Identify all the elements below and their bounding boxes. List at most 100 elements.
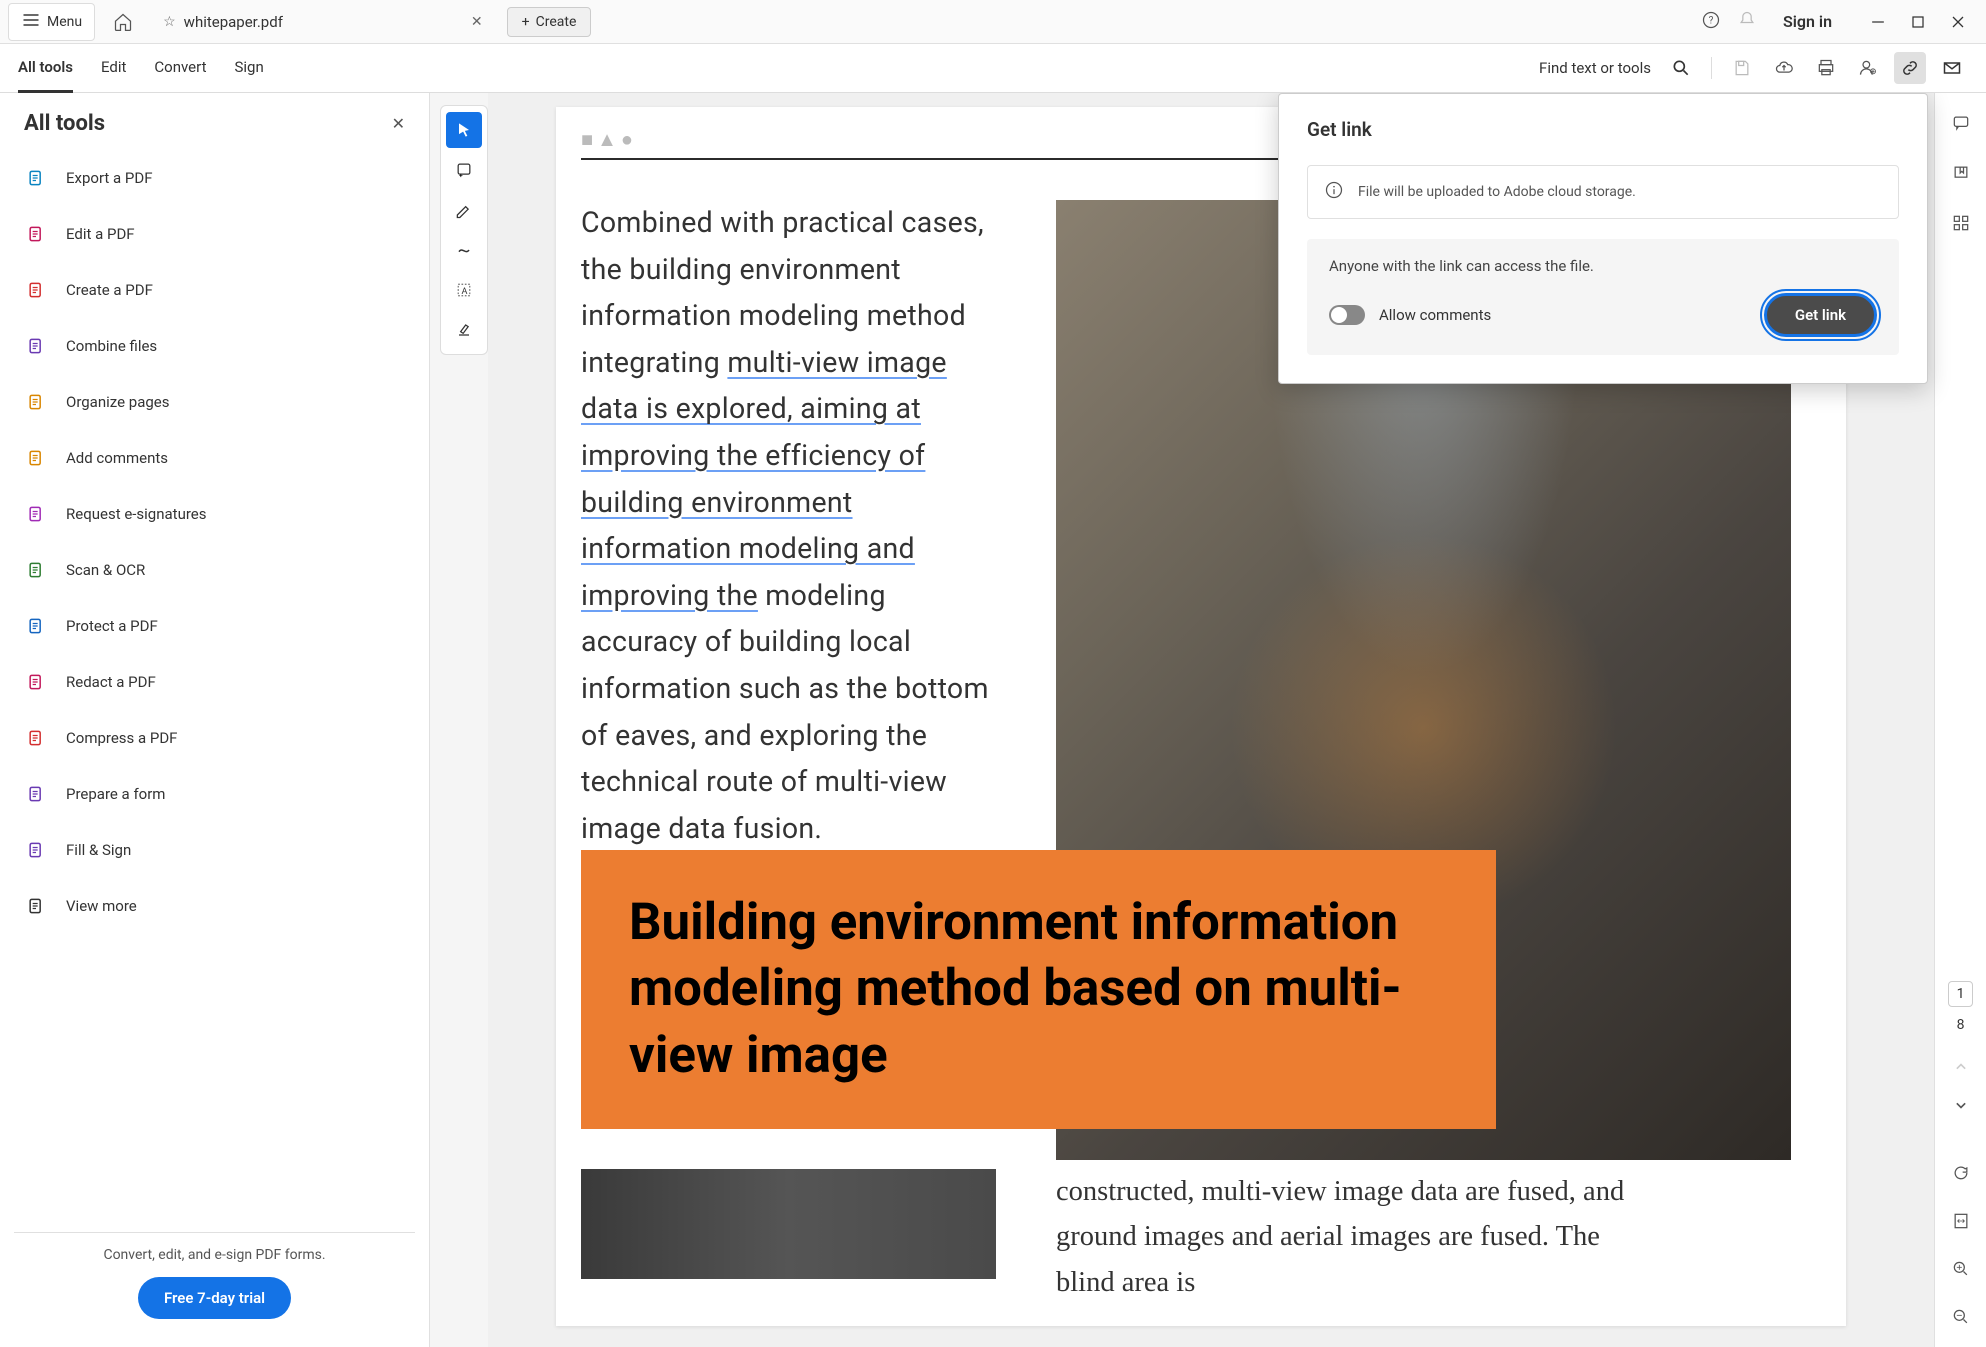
search-label[interactable]: Find text or tools <box>1539 59 1651 77</box>
edit-icon <box>24 222 48 246</box>
form-icon <box>24 782 48 806</box>
sidebar-item-compress-a-pdf[interactable]: Compress a PDF <box>14 710 415 766</box>
sidebar-item-view-more[interactable]: View more <box>14 878 415 934</box>
fit-width-icon[interactable] <box>1945 1205 1977 1237</box>
text-tool[interactable]: A <box>446 272 482 308</box>
sidebar-item-edit-a-pdf[interactable]: Edit a PDF <box>14 206 415 262</box>
sidebar-item-protect-a-pdf[interactable]: Protect a PDF <box>14 598 415 654</box>
sidebar-item-label: Prepare a form <box>66 785 165 803</box>
page-up-icon[interactable] <box>1945 1051 1977 1083</box>
help-icon[interactable]: ? <box>1701 10 1721 34</box>
sidebar-item-scan-ocr[interactable]: Scan & OCR <box>14 542 415 598</box>
sidebar-item-label: Compress a PDF <box>66 729 177 747</box>
zoom-out-icon[interactable] <box>1945 1301 1977 1333</box>
sidebar-item-label: Organize pages <box>66 393 169 411</box>
save-icon[interactable] <box>1726 52 1758 84</box>
right-rail: 1 8 <box>1934 93 1986 1347</box>
sidebar-item-label: View more <box>66 897 137 915</box>
sidebar-item-label: Protect a PDF <box>66 617 158 635</box>
sidebar-item-combine-files[interactable]: Combine files <box>14 318 415 374</box>
sidebar-item-add-comments[interactable]: Add comments <box>14 430 415 486</box>
svg-text:A: A <box>462 287 468 297</box>
create-pdf-icon <box>24 278 48 302</box>
sidebar-item-prepare-a-form[interactable]: Prepare a form <box>14 766 415 822</box>
sidebar-close-icon[interactable]: ✕ <box>392 114 405 133</box>
hamburger-icon <box>21 10 41 34</box>
sign-in-button[interactable]: Sign in <box>1773 4 1842 39</box>
sidebar-title: All tools <box>24 111 105 136</box>
erase-tool[interactable] <box>446 232 482 268</box>
sidebar-item-create-a-pdf[interactable]: Create a PDF <box>14 262 415 318</box>
combine-icon <box>24 334 48 358</box>
fill-sign-icon <box>24 838 48 862</box>
popup-info-box: File will be uploaded to Adobe cloud sto… <box>1307 165 1899 219</box>
sidebar-item-fill-sign[interactable]: Fill & Sign <box>14 822 415 878</box>
banner-title: Building environment information modelin… <box>629 890 1448 1089</box>
sidebar-item-redact-a-pdf[interactable]: Redact a PDF <box>14 654 415 710</box>
comments-panel-icon[interactable] <box>1945 107 1977 139</box>
menu-label: Menu <box>47 14 82 30</box>
allow-comments-label: Allow comments <box>1379 306 1491 324</box>
document-below-text[interactable]: constructed, multi-view image data are f… <box>1056 1169 1636 1306</box>
get-link-button[interactable]: Get link <box>1764 293 1877 337</box>
create-button[interactable]: + Create <box>507 7 592 37</box>
organize-icon <box>24 390 48 414</box>
cloud-upload-icon[interactable] <box>1768 52 1800 84</box>
maximize-button[interactable] <box>1908 12 1928 32</box>
link-icon[interactable] <box>1894 52 1926 84</box>
sidebar-item-label: Create a PDF <box>66 281 153 299</box>
titlebar: Menu ☆ whitepaper.pdf ✕ + Create ? Sign … <box>0 0 1986 44</box>
tab-convert[interactable]: Convert <box>154 44 206 93</box>
compress-icon <box>24 726 48 750</box>
bell-icon[interactable] <box>1737 10 1757 34</box>
tab-edit[interactable]: Edit <box>101 44 126 93</box>
home-button[interactable] <box>103 4 143 40</box>
highlight-tool[interactable]: + <box>446 152 482 188</box>
rotate-icon[interactable] <box>1945 1157 1977 1189</box>
close-window-button[interactable] <box>1948 12 1968 32</box>
select-tool[interactable] <box>446 112 482 148</box>
stamp-tool[interactable] <box>446 312 482 348</box>
comment-icon <box>24 446 48 470</box>
protect-icon <box>24 614 48 638</box>
home-icon <box>113 12 133 32</box>
page-number-input[interactable]: 1 <box>1948 981 1974 1007</box>
view-more-icon <box>24 894 48 918</box>
draw-tool[interactable] <box>446 192 482 228</box>
add-person-icon[interactable] <box>1852 52 1884 84</box>
svg-text:?: ? <box>1709 15 1714 26</box>
star-icon[interactable]: ☆ <box>163 14 176 30</box>
mail-icon[interactable] <box>1936 52 1968 84</box>
sidebar-item-export-a-pdf[interactable]: Export a PDF <box>14 150 415 206</box>
get-link-popup: Get link File will be uploaded to Adobe … <box>1278 93 1928 384</box>
print-icon[interactable] <box>1810 52 1842 84</box>
close-tab-icon[interactable]: ✕ <box>471 14 483 30</box>
redact-icon <box>24 670 48 694</box>
document-tab[interactable]: ☆ whitepaper.pdf ✕ <box>151 0 495 44</box>
grid-view-icon[interactable] <box>1945 207 1977 239</box>
trial-button[interactable]: Free 7-day trial <box>138 1277 291 1319</box>
toolbar: All tools Edit Convert Sign Find text or… <box>0 44 1986 92</box>
minimize-button[interactable] <box>1868 12 1888 32</box>
popup-title: Get link <box>1307 118 1899 141</box>
tab-sign[interactable]: Sign <box>234 44 263 93</box>
create-label: Create <box>536 14 577 30</box>
sidebar-item-label: Edit a PDF <box>66 225 135 243</box>
divider <box>1711 57 1712 79</box>
sidebar: All tools ✕ Export a PDF Edit a PDF Create… <box>0 93 430 1347</box>
allow-comments-toggle[interactable] <box>1329 305 1365 325</box>
sidebar-item-organize-pages[interactable]: Organize pages <box>14 374 415 430</box>
zoom-in-icon[interactable] <box>1945 1253 1977 1285</box>
tab-filename: whitepaper.pdf <box>184 13 283 31</box>
sidebar-item-label: Redact a PDF <box>66 673 156 691</box>
menu-button[interactable]: Menu <box>8 3 95 41</box>
tab-all-tools[interactable]: All tools <box>18 44 73 93</box>
sidebar-item-request-e-signatures[interactable]: Request e-signatures <box>14 486 415 542</box>
bookmark-panel-icon[interactable] <box>1945 157 1977 189</box>
page-total: 8 <box>1957 1017 1965 1033</box>
search-icon[interactable] <box>1665 52 1697 84</box>
sidebar-item-label: Fill & Sign <box>66 841 131 859</box>
sidebar-item-label: Export a PDF <box>66 169 153 187</box>
page-down-icon[interactable] <box>1945 1089 1977 1121</box>
sidebar-item-label: Combine files <box>66 337 157 355</box>
